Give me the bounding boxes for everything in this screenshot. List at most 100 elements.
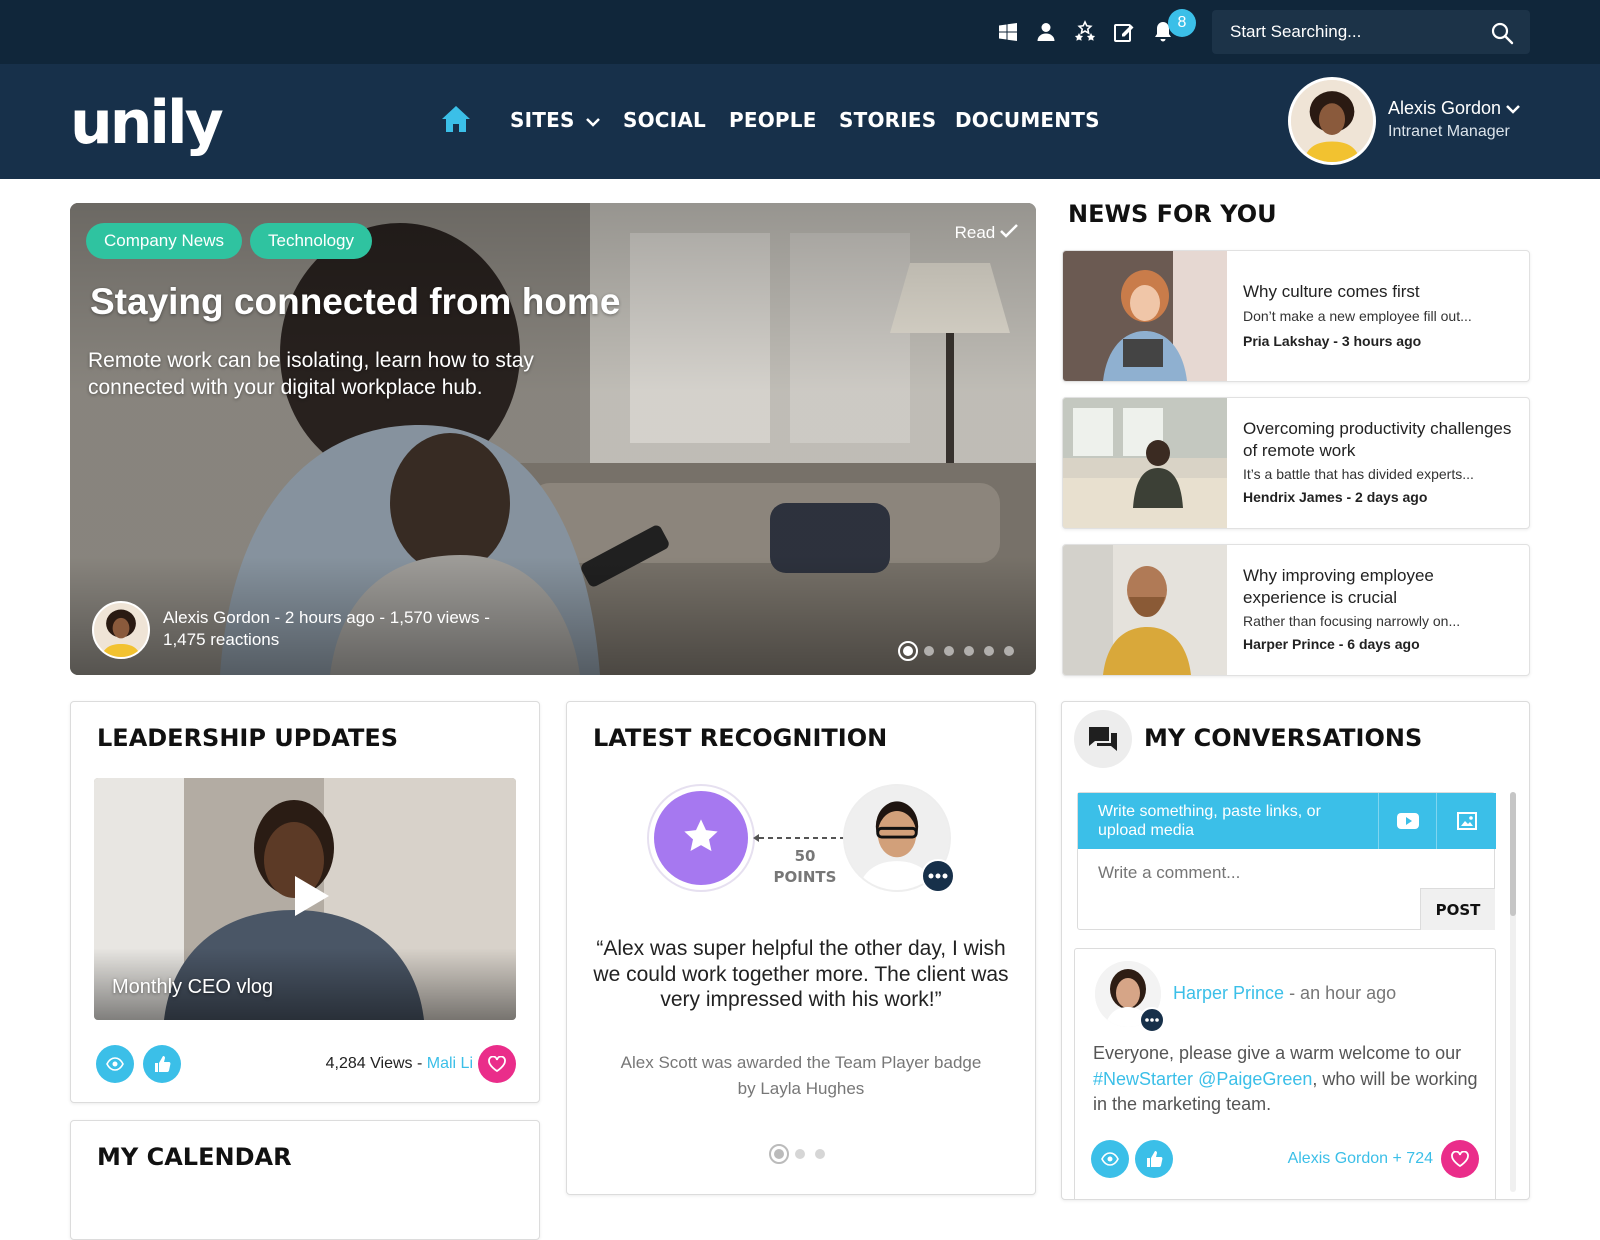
hashtag-link[interactable]: #NewStarter	[1093, 1069, 1193, 1089]
slide-dot[interactable]	[984, 646, 994, 656]
home-icon[interactable]	[441, 105, 471, 133]
eye-icon	[106, 1057, 124, 1071]
post-button[interactable]: POST	[1420, 888, 1495, 930]
search-icon[interactable]	[1490, 21, 1514, 45]
post-more-options[interactable]	[1139, 1007, 1165, 1033]
author-link[interactable]: Mali Li	[427, 1055, 473, 1072]
views-count: 4,284 Views -	[325, 1055, 423, 1072]
slide-dot[interactable]	[964, 646, 974, 656]
ceo-vlog-video[interactable]: Monthly CEO vlog	[94, 778, 516, 1020]
video-upload-button[interactable]	[1378, 793, 1436, 849]
like-button[interactable]	[143, 1045, 181, 1083]
hero-photo	[70, 203, 1036, 675]
tag-company-news[interactable]: Company News	[86, 223, 242, 259]
post-body: Everyone, please give a warm welcome to …	[1093, 1041, 1483, 1118]
user-role: Intranet Manager	[1388, 123, 1510, 140]
love-button[interactable]	[478, 1045, 516, 1083]
author-avatar[interactable]	[92, 601, 150, 659]
thumbs-up-icon	[1147, 1151, 1163, 1167]
nav-item-social[interactable]: SOCIAL	[623, 108, 706, 132]
slide-dot[interactable]	[944, 646, 954, 656]
leadership-title: LEADERSHIP UPDATES	[97, 724, 399, 752]
hero-meta-line2: 1,475 reactions	[163, 630, 280, 649]
nav-item-sites[interactable]: SITES	[510, 108, 600, 132]
calendar-title: MY CALENDAR	[97, 1143, 292, 1171]
notification-count-badge: 8	[1168, 9, 1196, 37]
hero-carousel[interactable]: Company News Technology Read Staying con…	[70, 203, 1036, 675]
news-card[interactable]: Overcoming productivity challenges of re…	[1062, 397, 1530, 529]
tag-technology[interactable]: Technology	[250, 223, 373, 259]
slide-dot[interactable]	[795, 1149, 805, 1159]
leadership-updates-panel: LEADERSHIP UPDATES Monthly CEO vlog 4,28…	[70, 701, 540, 1103]
slide-dot[interactable]	[815, 1149, 825, 1159]
post-time: - an hour ago	[1289, 983, 1397, 1003]
news-thumbnail	[1063, 398, 1227, 528]
view-button[interactable]	[96, 1045, 134, 1083]
more-icon	[1145, 1018, 1159, 1022]
search-bar	[1212, 10, 1530, 54]
news-title: Why improving employee experience is cru…	[1243, 566, 1434, 607]
user-avatar[interactable]	[1288, 77, 1376, 165]
image-icon	[1457, 812, 1477, 830]
reactions-summary[interactable]: Alexis Gordon + 724	[1265, 1150, 1433, 1168]
comment-input[interactable]	[1098, 863, 1398, 891]
top-utility-bar: 8	[0, 0, 1600, 64]
like-button[interactable]	[1135, 1140, 1173, 1178]
nav-item-people[interactable]: PEOPLE	[729, 108, 817, 132]
user-name-menu[interactable]: Alexis Gordon	[1388, 98, 1520, 119]
stars-icon[interactable]	[1073, 20, 1097, 44]
connector-line	[753, 834, 853, 842]
heart-icon	[488, 1056, 506, 1072]
video-caption: Monthly CEO vlog	[112, 976, 274, 998]
heart-icon	[1451, 1151, 1469, 1167]
recognition-slide-dots	[769, 1144, 839, 1164]
conversation-post: Harper Prince - an hour ago Everyone, pl…	[1074, 948, 1496, 1199]
chevron-down-icon	[585, 118, 600, 127]
badge-circle	[647, 784, 755, 892]
hero-title[interactable]: Staying connected from home	[90, 281, 620, 323]
image-upload-button[interactable]	[1436, 793, 1496, 849]
hero-meta-line1: Alexis Gordon - 2 hours ago - 1,570 view…	[163, 608, 490, 627]
news-meta: Pria Lakshay - 3 hours ago	[1243, 333, 1422, 349]
thumbs-up-icon	[155, 1056, 171, 1072]
nav-item-stories[interactable]: STORIES	[839, 108, 936, 132]
windows-icon[interactable]	[996, 20, 1020, 44]
scrollbar-thumb[interactable]	[1510, 792, 1516, 916]
news-excerpt: Rather than focusing narrowly on...	[1243, 613, 1461, 629]
slide-dot-active[interactable]	[898, 641, 918, 661]
team-player-badge[interactable]	[654, 791, 748, 885]
more-icon	[928, 873, 948, 879]
hero-meta: Alexis Gordon - 2 hours ago - 1,570 view…	[163, 607, 543, 651]
news-title: Overcoming productivity challenges of re…	[1243, 419, 1512, 460]
slide-dot-active[interactable]	[769, 1144, 789, 1164]
view-button[interactable]	[1091, 1140, 1129, 1178]
slide-dot[interactable]	[924, 646, 934, 656]
user-icon[interactable]	[1034, 20, 1058, 44]
unily-logo[interactable]: unily	[70, 88, 224, 158]
play-icon[interactable]	[291, 874, 331, 918]
chat-icon	[1089, 727, 1117, 751]
read-status[interactable]: Read	[955, 223, 1018, 243]
edit-icon[interactable]	[1112, 20, 1136, 44]
eye-icon	[1101, 1152, 1119, 1166]
post-author-link[interactable]: Harper Prince	[1173, 983, 1284, 1003]
news-meta: Harper Prince - 6 days ago	[1243, 636, 1420, 652]
hero-subtitle: Remote work can be isolating, learn how …	[88, 349, 534, 399]
more-options-button[interactable]	[921, 859, 955, 893]
slide-dot[interactable]	[1004, 646, 1014, 656]
nav-item-documents[interactable]: DOCUMENTS	[955, 108, 1100, 132]
conversations-title: MY CONVERSATIONS	[1144, 724, 1423, 752]
news-card[interactable]: Why culture comes first Don’t make a new…	[1062, 250, 1530, 382]
scrollbar-track[interactable]	[1510, 792, 1516, 1192]
news-card[interactable]: Why improving employee experience is cru…	[1062, 544, 1530, 676]
star-icon	[684, 819, 718, 852]
recognition-title: LATEST RECOGNITION	[593, 724, 888, 752]
composer-placeholder[interactable]: Write something, paste links, or upload …	[1098, 802, 1368, 840]
nav-item-sites-label: SITES	[510, 108, 575, 132]
check-icon	[1000, 224, 1018, 238]
mention-link[interactable]: @PaigeGreen	[1198, 1069, 1312, 1089]
post-header: Harper Prince - an hour ago	[1173, 983, 1396, 1004]
search-input[interactable]	[1230, 21, 1480, 43]
post-text-before: Everyone, please give a warm welcome to …	[1093, 1043, 1462, 1063]
love-button[interactable]	[1441, 1140, 1479, 1178]
